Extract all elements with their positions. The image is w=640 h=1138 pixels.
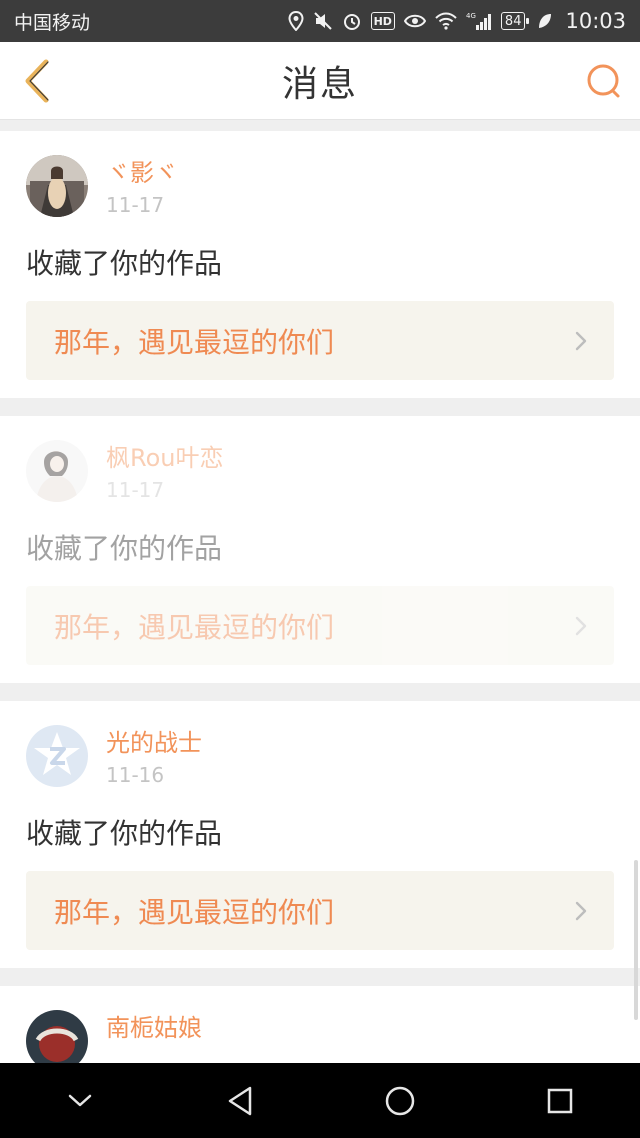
recents-nav-button[interactable] (530, 1071, 590, 1131)
chevron-right-icon (575, 616, 587, 635)
search-icon (587, 64, 620, 98)
battery-level: 84 (504, 13, 522, 29)
circle-home-icon (385, 1086, 415, 1115)
page-title: 消息 (281, 63, 358, 105)
hide-nav-button[interactable] (50, 1071, 110, 1131)
chevron-right-icon (575, 901, 587, 920)
notification-card: ヾ影ヾ 11-17 收藏了你的作品 那年，遇见最逗的你们 (0, 131, 640, 398)
work-title: 那年，遇见最逗的你们 (54, 610, 335, 644)
chevron-left-icon (25, 59, 49, 103)
screen: 中国移动 HD 4G 84 10:03 消息 ヾ影ヾ 11-17 收藏了你的作品… (0, 0, 640, 1138)
action-text: 收藏了你的作品 (26, 817, 223, 850)
status-bar: 中国移动 HD 4G 84 10:03 (0, 0, 640, 42)
user-name[interactable]: ヾ影ヾ (106, 157, 178, 189)
network-label: 4G (466, 12, 476, 20)
search-button[interactable] (582, 58, 626, 104)
battery-icon: 84 (500, 12, 529, 30)
back-nav-button[interactable] (210, 1071, 270, 1131)
wifi-icon (435, 10, 457, 32)
chevron-down-icon (68, 1094, 92, 1106)
system-nav-bar (0, 1063, 640, 1138)
status-icons: HD 4G 84 10:03 (288, 9, 626, 33)
avatar[interactable] (26, 440, 88, 502)
post-date: 11-16 (106, 763, 165, 787)
signal-icon: 4G (466, 10, 492, 32)
notification-card: 光的战士 11-16 收藏了你的作品 那年，遇见最逗的你们 (0, 701, 640, 968)
app-header: 消息 (0, 42, 640, 120)
chevron-right-icon (575, 331, 587, 350)
back-button[interactable] (14, 56, 60, 106)
triangle-back-icon (228, 1086, 252, 1115)
action-text: 收藏了你的作品 (26, 532, 223, 565)
user-name[interactable]: 南栀姑娘 (106, 1012, 202, 1044)
post-date: 11-17 (106, 478, 165, 502)
work-title: 那年，遇见最逗的你们 (54, 325, 335, 359)
home-nav-button[interactable] (370, 1071, 430, 1131)
user-name[interactable]: 枫Rou叶恋 (106, 442, 224, 474)
square-recents-icon (547, 1088, 573, 1113)
notification-card: 枫Rou叶恋 11-17 收藏了你的作品 那年，遇见最逗的你们 (0, 416, 640, 683)
location-icon (288, 10, 304, 32)
avatar[interactable] (26, 155, 88, 217)
post-date: 11-17 (106, 193, 165, 217)
leaf-icon (538, 10, 552, 32)
action-text: 收藏了你的作品 (26, 247, 223, 280)
work-link[interactable]: 那年，遇见最逗的你们 (26, 301, 614, 380)
work-link[interactable]: 那年，遇见最逗的你们 (26, 871, 614, 950)
avatar[interactable] (26, 725, 88, 787)
user-name[interactable]: 光的战士 (106, 727, 202, 759)
alarm-icon (342, 10, 362, 32)
scrollbar[interactable] (634, 860, 638, 1020)
clock: 10:03 (565, 9, 626, 33)
eye-icon (403, 10, 426, 32)
carrier-label: 中国移动 (14, 11, 91, 34)
hd-icon: HD (370, 12, 395, 30)
notification-list: ヾ影ヾ 11-17 收藏了你的作品 那年，遇见最逗的你们 枫Rou叶恋 11-1… (0, 131, 640, 1112)
mute-icon (313, 10, 333, 32)
work-title: 那年，遇见最逗的你们 (54, 895, 335, 929)
work-link[interactable]: 那年，遇见最逗的你们 (26, 586, 614, 665)
